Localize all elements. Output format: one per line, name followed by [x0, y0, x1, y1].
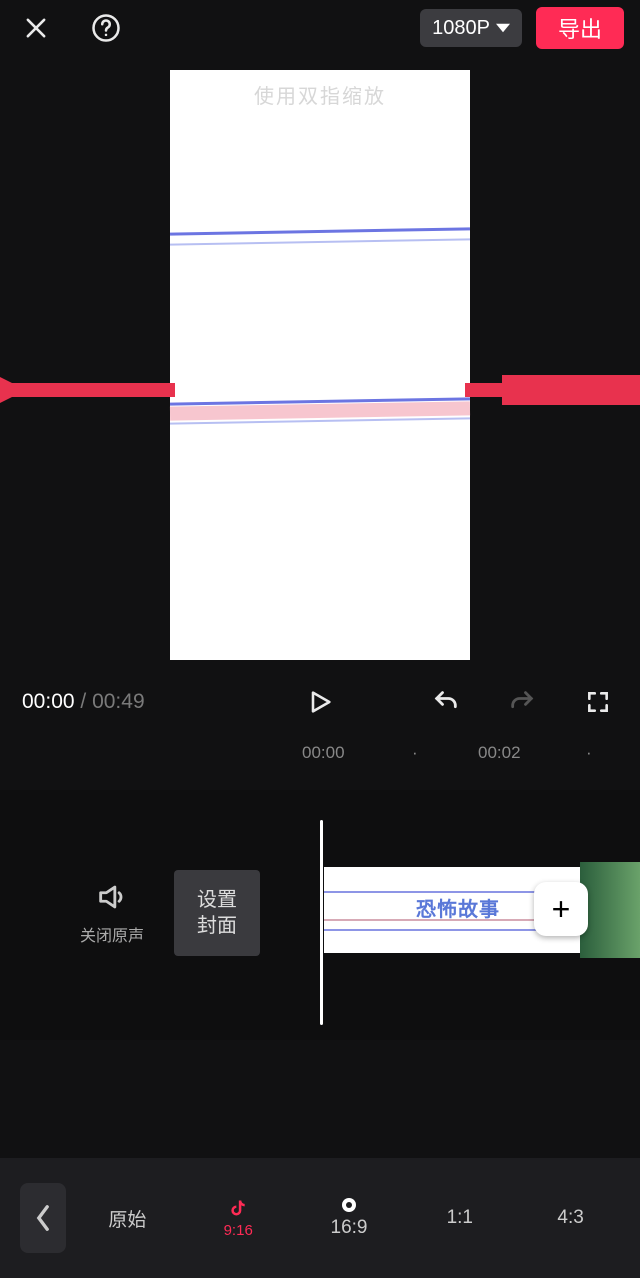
- aspect-ratio-bar: 原始 9:16 16:9 1:1 4:3: [0, 1158, 640, 1278]
- plus-icon: +: [552, 891, 571, 928]
- ratio-4-3[interactable]: 4:3: [521, 1183, 620, 1253]
- timeline-left-controls: 关闭原声 设置 封面: [80, 870, 260, 956]
- video-stripe-lower: [170, 390, 470, 420]
- mute-label: 关闭原声: [80, 922, 144, 946]
- video-stripe-upper: [170, 220, 470, 250]
- canvas[interactable]: 使用双指缩放: [170, 70, 470, 660]
- play-button[interactable]: [300, 682, 340, 722]
- export-label: 导出: [558, 12, 602, 44]
- transport-bar: 00:00 / 00:49: [0, 675, 640, 729]
- undo-button[interactable]: [426, 682, 466, 722]
- export-button[interactable]: 导出: [536, 7, 624, 49]
- ruler-dot: ·: [412, 743, 418, 763]
- ruler-tick-0: 00:00: [302, 743, 345, 763]
- close-icon: [22, 14, 50, 42]
- chevron-left-icon: [34, 1204, 52, 1232]
- set-cover-button[interactable]: 设置 封面: [174, 870, 260, 956]
- play-icon: [306, 688, 334, 716]
- ruler-tick-1: 00:02: [478, 743, 521, 763]
- ruler-dot: ·: [586, 743, 592, 763]
- resolution-label: 1080P: [432, 17, 490, 40]
- playhead[interactable]: [320, 820, 323, 1025]
- duration: 00:49: [92, 690, 145, 713]
- ratio-1-1[interactable]: 1:1: [410, 1183, 509, 1253]
- redo-button[interactable]: [502, 682, 542, 722]
- fullscreen-button[interactable]: [578, 682, 618, 722]
- resolution-button[interactable]: 1080P: [420, 9, 522, 47]
- clip-caption: 恐怖故事: [416, 893, 500, 922]
- current-time: 00:00: [22, 690, 75, 713]
- speaker-icon: [95, 880, 129, 914]
- help-icon: [91, 13, 121, 43]
- time-display: 00:00 / 00:49: [22, 690, 145, 714]
- clip-thumbnail-next: [580, 862, 640, 958]
- pinch-hint: 使用双指缩放: [170, 80, 470, 109]
- topbar-right: 1080P 导出: [420, 7, 624, 49]
- redo-icon: [508, 688, 536, 716]
- douyin-icon: [228, 1198, 248, 1218]
- close-button[interactable]: [16, 8, 56, 48]
- add-clip-button[interactable]: +: [534, 882, 588, 936]
- topbar-left: [16, 8, 126, 48]
- help-button[interactable]: [86, 8, 126, 48]
- circle-icon: [341, 1197, 357, 1213]
- fullscreen-icon: [585, 689, 611, 715]
- ratio-back-button[interactable]: [20, 1183, 66, 1253]
- ratio-original[interactable]: 原始: [78, 1183, 177, 1253]
- timeline[interactable]: 关闭原声 设置 封面 恐怖故事 +: [0, 790, 640, 1040]
- caret-down-icon: [496, 21, 510, 35]
- top-bar: 1080P 导出: [0, 0, 640, 56]
- preview-area[interactable]: 使用双指缩放: [0, 60, 640, 670]
- mute-original-button[interactable]: 关闭原声: [80, 880, 144, 946]
- ratio-16-9[interactable]: 16:9: [300, 1183, 399, 1253]
- ratio-9-16[interactable]: 9:16: [189, 1183, 288, 1253]
- undo-icon: [432, 688, 460, 716]
- timeline-ruler[interactable]: 00:00 · 00:02 ·: [0, 738, 640, 768]
